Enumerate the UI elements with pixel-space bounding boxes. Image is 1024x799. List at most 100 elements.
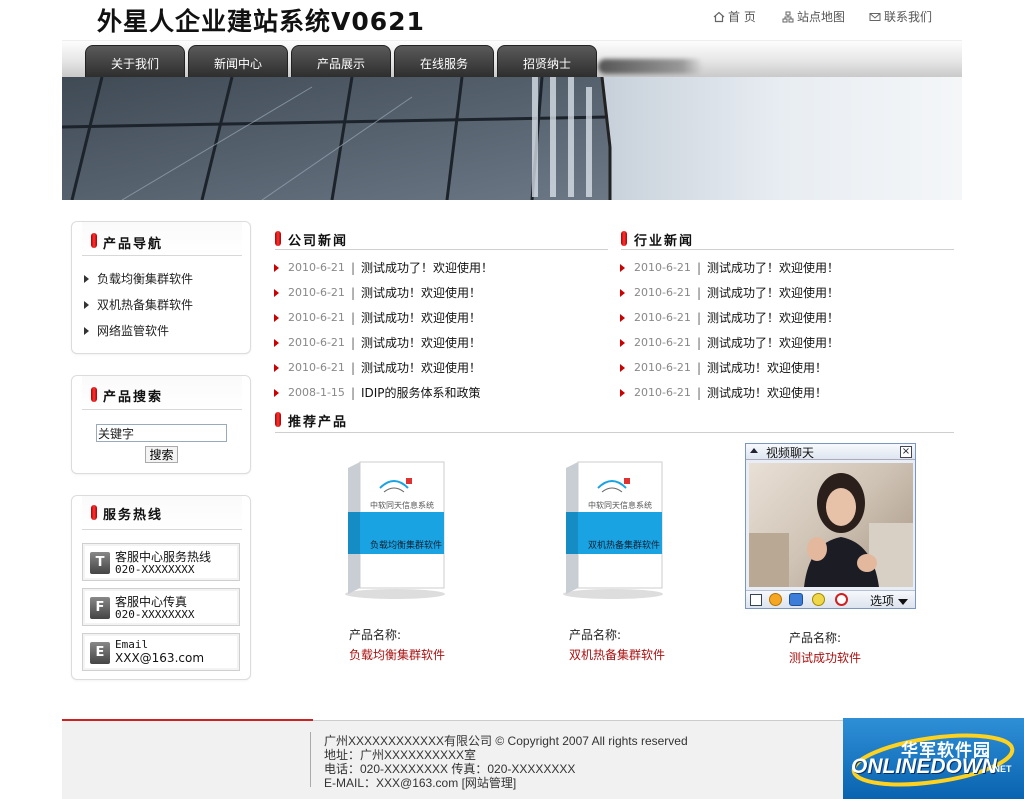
product-image-2[interactable]: 中软同天信息系统 双机热备集群软件 <box>558 460 668 600</box>
dropdown-arrow-icon <box>897 598 908 605</box>
news-item[interactable]: 2010-6-21 | 测试成功！欢迎使用！ <box>620 384 827 401</box>
home-link[interactable]: 首 页 <box>713 8 756 25</box>
news-item[interactable]: 2010-6-21 | 测试成功！欢迎使用！ <box>620 359 827 376</box>
news-item[interactable]: 2010-6-21 | 测试成功了！欢迎使用！ <box>620 284 839 301</box>
news-title: 测试成功！欢迎使用！ <box>706 361 827 375</box>
product-name-link[interactable]: 双机热备集群软件 <box>569 646 665 663</box>
news-item[interactable]: 2010-6-21 | 测试成功了！欢迎使用！ <box>620 309 839 326</box>
onlinedown-watermark-logo: 华军软件园 ONLINEDOWN .NET <box>843 718 1024 799</box>
search-button[interactable]: 搜索 <box>145 446 178 463</box>
video-chat-toolbar: 选项 <box>746 590 915 608</box>
news-separator: | <box>350 385 355 400</box>
news-title: 测试成功了！欢迎使用！ <box>360 261 493 275</box>
news-item[interactable]: 2010-6-21 | 测试成功！欢迎使用！ <box>274 284 481 301</box>
news-item[interactable]: 2010-6-21 | 测试成功！欢迎使用！ <box>274 334 481 351</box>
news-date: 2010-6-21 <box>634 286 691 299</box>
product-box-text: 负载均衡集群软件 <box>370 541 443 551</box>
news-date: 2008-1-15 <box>288 386 345 399</box>
news-item[interactable]: 2010-6-21 | 测试成功了！欢迎使用！ <box>274 259 493 276</box>
red-marker-icon <box>275 231 281 246</box>
news-date: 2010-6-21 <box>634 261 691 274</box>
news-date: 2010-6-21 <box>288 336 345 349</box>
product-nav-item[interactable]: 负载均衡集群软件 <box>84 270 193 287</box>
tab-jobs[interactable]: 招贤纳士 <box>497 45 597 77</box>
news-item[interactable]: 2008-1-15 | IDIP的服务体系和政策 <box>274 384 481 401</box>
product-nav-item[interactable]: 双机热备集群软件 <box>84 296 193 313</box>
product-search-box: 产品搜索 搜索 <box>71 375 251 474</box>
news-separator: | <box>350 260 355 275</box>
window-icon[interactable] <box>750 594 762 606</box>
fax-icon: F <box>90 597 110 619</box>
news-item[interactable]: 2010-6-21 | 测试成功！欢迎使用！ <box>274 309 481 326</box>
software-box-image <box>563 461 663 599</box>
tab-service[interactable]: 在线服务 <box>394 45 494 77</box>
product-search-header: 产品搜索 <box>82 376 242 410</box>
footer-email: E-MAIL：XXX@163.com [网站管理] <box>324 774 516 791</box>
footer-email-text: E-MAIL：XXX@163.com <box>324 776 459 790</box>
sitemap-link-label: 站点地图 <box>797 10 846 24</box>
product-image-1[interactable]: 中软同天信息系统 负载均衡集群软件 <box>340 460 450 600</box>
video-chat-titlebar: 视频聊天 × <box>746 444 915 460</box>
news-item[interactable]: 2010-6-21 | 测试成功！欢迎使用！ <box>274 359 481 376</box>
audio-icon[interactable] <box>769 593 782 606</box>
news-separator: | <box>696 385 701 400</box>
footer-accent-line <box>62 719 313 721</box>
tab-products[interactable]: 产品展示 <box>291 45 391 77</box>
news-date: 2010-6-21 <box>288 286 345 299</box>
product-box-brand: 中软同天信息系统 <box>588 501 652 510</box>
product-nav-item-label: 双机热备集群软件 <box>97 298 194 312</box>
close-icon[interactable]: × <box>900 446 912 458</box>
nav-shadow-decoration <box>598 59 703 74</box>
news-separator: | <box>350 335 355 350</box>
zoom-icon[interactable] <box>812 593 825 606</box>
admin-link[interactable]: [网站管理] <box>462 776 517 790</box>
search-input[interactable] <box>96 424 227 442</box>
hotline-phone: T 客服中心服务热线 020-XXXXXXXX <box>82 543 240 581</box>
collapse-icon[interactable] <box>750 448 758 453</box>
news-separator: | <box>696 285 701 300</box>
fax-value: 020-XXXXXXXX <box>115 608 195 621</box>
news-separator: | <box>696 360 701 375</box>
camera-icon[interactable] <box>789 593 803 606</box>
news-separator: | <box>350 360 355 375</box>
product-box-brand: 中软同天信息系统 <box>370 501 434 510</box>
red-marker-icon <box>91 505 97 520</box>
news-item[interactable]: 2010-6-21 | 测试成功了！欢迎使用！ <box>620 259 839 276</box>
home-icon <box>713 11 725 22</box>
block-icon[interactable] <box>835 593 848 606</box>
software-box-image <box>345 461 445 599</box>
product-name-link[interactable]: 测试成功软件 <box>789 649 861 666</box>
service-hotline-title: 服务热线 <box>103 508 164 523</box>
red-marker-icon <box>91 233 97 248</box>
product-nav-box: 产品导航 负载均衡集群软件 双机热备集群软件 网络监管软件 <box>71 221 251 354</box>
bullet-arrow-icon <box>620 288 625 297</box>
product-label: 产品名称: <box>349 628 402 642</box>
email-label: Email <box>115 638 149 651</box>
bullet-arrow-icon <box>274 288 279 297</box>
bullet-arrow-icon <box>274 363 279 372</box>
company-news-header: 公司新闻 <box>275 228 608 250</box>
bullet-arrow-icon <box>620 338 625 347</box>
product-nav-item[interactable]: 网络监管软件 <box>84 322 169 339</box>
news-title: 测试成功！欢迎使用！ <box>360 311 481 325</box>
video-chat-widget: 视频聊天 × 选项 <box>745 443 916 609</box>
news-date: 2010-6-21 <box>634 311 691 324</box>
bullet-arrow-icon <box>274 338 279 347</box>
options-button[interactable]: 选项 <box>870 592 908 609</box>
contact-link[interactable]: 联系我们 <box>869 8 932 25</box>
video-feed <box>749 463 913 587</box>
phone-icon: T <box>90 552 110 574</box>
news-title: 测试成功了！欢迎使用！ <box>706 261 839 275</box>
product-name-link[interactable]: 负载均衡集群软件 <box>349 646 445 663</box>
company-news-title: 公司新闻 <box>288 234 349 249</box>
tab-news[interactable]: 新闻中心 <box>188 45 288 77</box>
footer-divider <box>310 732 311 787</box>
tab-about[interactable]: 关于我们 <box>85 45 185 77</box>
video-chat-title: 视频聊天 <box>766 446 815 460</box>
site-title: 外星人企业建站系统V0621 <box>97 7 425 36</box>
sitemap-link[interactable]: 站点地图 <box>782 8 845 25</box>
industry-news-title: 行业新闻 <box>634 234 695 249</box>
news-item[interactable]: 2010-6-21 | 测试成功了！欢迎使用！ <box>620 334 839 351</box>
product-nav-item-label: 网络监管软件 <box>97 324 170 338</box>
options-label: 选项 <box>870 594 895 608</box>
